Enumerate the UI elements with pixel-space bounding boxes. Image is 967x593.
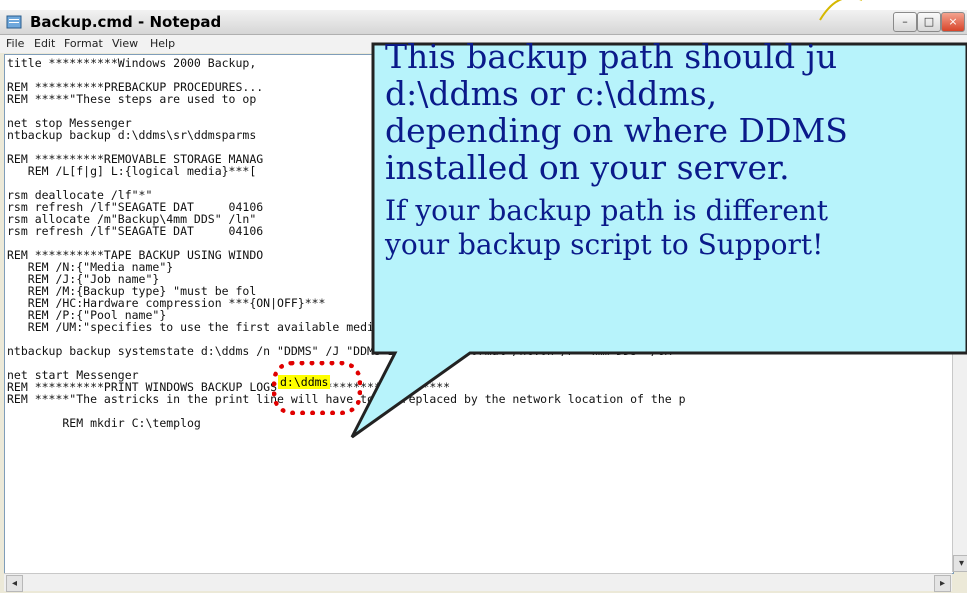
menu-file[interactable]: File [6,37,24,50]
notepad-icon [6,15,22,29]
callout-text: This backup path should ju d:\ddms or c:… [385,38,967,262]
editor-line: rsm refresh /lf"SEAGATE DAT 04106 [7,224,264,238]
callout-line-5: If your backup path is different [385,194,829,227]
close-icon[interactable]: × [941,12,965,32]
editor-line: REM /L[f|g] L:{logical media}***[ [7,164,257,178]
callout-line-4: installed on your server. [385,148,790,187]
dotted-circle-marker [272,361,362,415]
minimize-icon[interactable]: – [893,12,917,32]
scroll-left-icon[interactable]: ◂ [6,575,23,592]
editor-line: REM *****"These steps are used to op [7,92,257,106]
maximize-icon[interactable]: □ [917,12,941,32]
editor-line: REM /UM:"specifies to use the first avai… [7,320,395,334]
editor-line: REM mkdir C:\templog [7,416,201,430]
window-title: Backup.cmd - Notepad [30,13,222,31]
editor-line: title **********Windows 2000 Backup, [7,56,257,70]
scroll-right-icon[interactable]: ▸ [934,575,951,592]
scroll-down-icon[interactable]: ▾ [953,555,967,572]
horizontal-scrollbar[interactable]: ◂ ▸ [4,573,952,592]
menu-view[interactable]: View [112,37,138,50]
menu-help[interactable]: Help [150,37,175,50]
editor-line: ntbackup backup d:\ddms\sr\ddmsparms [7,128,257,142]
menu-edit[interactable]: Edit [34,37,55,50]
menu-format[interactable]: Format [64,37,103,50]
callout-line-3: depending on where DDMS [385,111,848,150]
editor-line: ntbackup backup systemstate d:\ddms /n "… [7,344,672,358]
callout-line-2: d:\ddms or c:\ddms, [385,74,718,113]
callout-line-6: your backup script to Support! [385,228,824,261]
title-bar[interactable]: Backup.cmd - Notepad – □ × [0,10,967,35]
callout-line-1: This backup path should ju [385,37,838,76]
